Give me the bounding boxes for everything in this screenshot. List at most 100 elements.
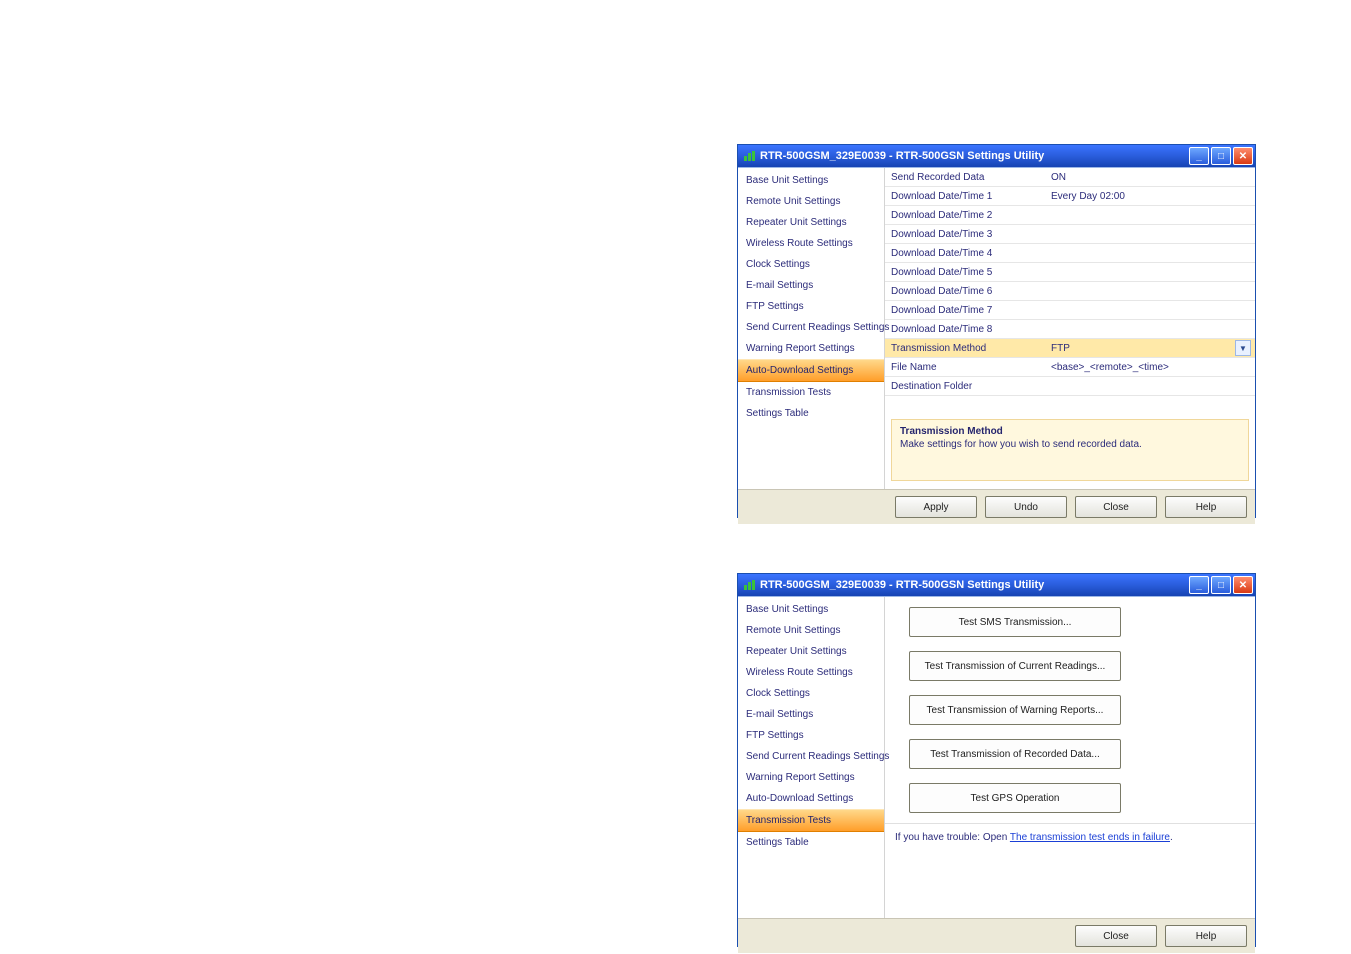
row-label: Download Date/Time 4: [891, 248, 1051, 259]
sidebar-item-remote-unit[interactable]: Remote Unit Settings: [738, 191, 884, 212]
row-label: Download Date/Time 1: [891, 191, 1051, 202]
help-button[interactable]: Help: [1165, 496, 1247, 518]
row-value: Every Day 02:00: [1051, 191, 1251, 202]
sidebar-item-base-unit[interactable]: Base Unit Settings: [738, 599, 884, 620]
sidebar-item-auto-download[interactable]: Auto-Download Settings: [738, 788, 884, 809]
sidebar-item-label: Remote Unit Settings: [746, 625, 841, 636]
button-label: Test SMS Transmission...: [959, 617, 1072, 628]
main-pane: Send Recorded Data ON Download Date/Time…: [885, 168, 1255, 489]
sidebar-item-wireless-route[interactable]: Wireless Route Settings: [738, 233, 884, 254]
button-label: Help: [1196, 931, 1217, 942]
maximize-button[interactable]: □: [1211, 576, 1231, 594]
row-send-recorded-data[interactable]: Send Recorded Data ON: [885, 168, 1255, 187]
sidebar-item-ftp[interactable]: FTP Settings: [738, 296, 884, 317]
sidebar-item-label: Settings Table: [746, 408, 809, 419]
row-download-date-time-5[interactable]: Download Date/Time 5: [885, 263, 1255, 282]
test-gps-operation-button[interactable]: Test GPS Operation: [909, 783, 1121, 813]
row-file-name[interactable]: File Name <base>_<remote>_<time>: [885, 358, 1255, 377]
maximize-button[interactable]: □: [1211, 147, 1231, 165]
row-download-date-time-4[interactable]: Download Date/Time 4: [885, 244, 1255, 263]
test-warning-reports-button[interactable]: Test Transmission of Warning Reports...: [909, 695, 1121, 725]
row-destination-folder[interactable]: Destination Folder: [885, 377, 1255, 396]
test-buttons-column: Test SMS Transmission... Test Transmissi…: [885, 597, 1145, 823]
test-sms-transmission-button[interactable]: Test SMS Transmission...: [909, 607, 1121, 637]
sidebar-item-transmission-tests[interactable]: Transmission Tests: [738, 809, 884, 832]
titlebar: RTR-500GSM_329E0039 - RTR-500GSN Setting…: [738, 145, 1255, 167]
row-label: Transmission Method: [891, 343, 1051, 354]
sidebar-item-label: Auto-Download Settings: [746, 365, 853, 376]
sidebar-item-label: FTP Settings: [746, 730, 804, 741]
sidebar-item-ftp[interactable]: FTP Settings: [738, 725, 884, 746]
sidebar-item-transmission-tests[interactable]: Transmission Tests: [738, 382, 884, 403]
sidebar-item-base-unit[interactable]: Base Unit Settings: [738, 170, 884, 191]
sidebar-item-warning-report[interactable]: Warning Report Settings: [738, 767, 884, 788]
sidebar-item-repeater-unit[interactable]: Repeater Unit Settings: [738, 212, 884, 233]
sidebar-item-label: Clock Settings: [746, 688, 810, 699]
row-download-date-time-8[interactable]: Download Date/Time 8: [885, 320, 1255, 339]
apply-button[interactable]: Apply: [895, 496, 977, 518]
sidebar-item-email[interactable]: E-mail Settings: [738, 704, 884, 725]
sidebar-item-warning-report[interactable]: Warning Report Settings: [738, 338, 884, 359]
dropdown-arrow-icon[interactable]: ▼: [1235, 340, 1251, 356]
sidebar-item-label: Base Unit Settings: [746, 604, 828, 615]
sidebar-item-email[interactable]: E-mail Settings: [738, 275, 884, 296]
close-button[interactable]: Close: [1075, 925, 1157, 947]
sidebar-item-repeater-unit[interactable]: Repeater Unit Settings: [738, 641, 884, 662]
minimize-button[interactable]: _: [1189, 576, 1209, 594]
sidebar-item-label: Send Current Readings Settings: [746, 322, 889, 333]
settings-sidebar: Base Unit Settings Remote Unit Settings …: [738, 597, 885, 918]
row-download-date-time-1[interactable]: Download Date/Time 1 Every Day 02:00: [885, 187, 1255, 206]
dropdown-selected-value: FTP: [1051, 343, 1070, 354]
row-label: Download Date/Time 6: [891, 286, 1051, 297]
sidebar-item-send-current-readings[interactable]: Send Current Readings Settings: [738, 746, 884, 767]
undo-button[interactable]: Undo: [985, 496, 1067, 518]
row-label: Send Recorded Data: [891, 172, 1051, 183]
test-recorded-data-button[interactable]: Test Transmission of Recorded Data...: [909, 739, 1121, 769]
sidebar-item-label: Warning Report Settings: [746, 772, 855, 783]
trouble-prefix: If you have trouble: Open: [895, 832, 1007, 843]
row-download-date-time-6[interactable]: Download Date/Time 6: [885, 282, 1255, 301]
sidebar-item-label: Transmission Tests: [746, 815, 831, 826]
auto-download-settings-grid: Send Recorded Data ON Download Date/Time…: [885, 168, 1255, 411]
sidebar-item-label: E-mail Settings: [746, 280, 813, 291]
trouble-suffix: .: [1170, 832, 1173, 843]
row-download-date-time-7[interactable]: Download Date/Time 7: [885, 301, 1255, 320]
row-label: Download Date/Time 3: [891, 229, 1051, 240]
sidebar-item-settings-table[interactable]: Settings Table: [738, 403, 884, 424]
settings-utility-window-transmission-tests: RTR-500GSM_329E0039 - RTR-500GSN Setting…: [737, 573, 1256, 947]
close-button[interactable]: ✕: [1233, 576, 1253, 594]
sidebar-item-remote-unit[interactable]: Remote Unit Settings: [738, 620, 884, 641]
titlebar: RTR-500GSM_329E0039 - RTR-500GSN Setting…: [738, 574, 1255, 596]
button-label: Help: [1196, 502, 1217, 513]
sidebar-item-label: Wireless Route Settings: [746, 667, 853, 678]
sidebar-item-send-current-readings[interactable]: Send Current Readings Settings: [738, 317, 884, 338]
row-download-date-time-2[interactable]: Download Date/Time 2: [885, 206, 1255, 225]
app-icon: [742, 149, 756, 163]
sidebar-item-label: Auto-Download Settings: [746, 793, 853, 804]
close-button[interactable]: ✕: [1233, 147, 1253, 165]
sidebar-item-label: Repeater Unit Settings: [746, 217, 847, 228]
row-value: FTP ▼: [1051, 340, 1251, 356]
row-value: <base>_<remote>_<time>: [1051, 362, 1251, 373]
sidebar-item-label: Settings Table: [746, 837, 809, 848]
hint-title: Transmission Method: [900, 426, 1240, 437]
button-label: Apply: [923, 502, 948, 513]
minimize-button[interactable]: _: [1189, 147, 1209, 165]
test-current-readings-button[interactable]: Test Transmission of Current Readings...: [909, 651, 1121, 681]
row-transmission-method[interactable]: Transmission Method FTP ▼: [885, 339, 1255, 358]
help-button[interactable]: Help: [1165, 925, 1247, 947]
row-download-date-time-3[interactable]: Download Date/Time 3: [885, 225, 1255, 244]
sidebar-item-settings-table[interactable]: Settings Table: [738, 832, 884, 853]
hint-text: Make settings for how you wish to send r…: [900, 439, 1240, 450]
settings-utility-window-autodownload: RTR-500GSM_329E0039 - RTR-500GSN Setting…: [737, 144, 1256, 518]
row-label: Download Date/Time 7: [891, 305, 1051, 316]
close-button[interactable]: Close: [1075, 496, 1157, 518]
sidebar-item-clock[interactable]: Clock Settings: [738, 254, 884, 275]
button-label: Undo: [1014, 502, 1038, 513]
button-label: Close: [1103, 931, 1129, 942]
button-label: Test GPS Operation: [971, 793, 1060, 804]
sidebar-item-wireless-route[interactable]: Wireless Route Settings: [738, 662, 884, 683]
sidebar-item-clock[interactable]: Clock Settings: [738, 683, 884, 704]
trouble-link[interactable]: The transmission test ends in failure: [1010, 832, 1170, 843]
sidebar-item-auto-download[interactable]: Auto-Download Settings: [738, 359, 884, 382]
